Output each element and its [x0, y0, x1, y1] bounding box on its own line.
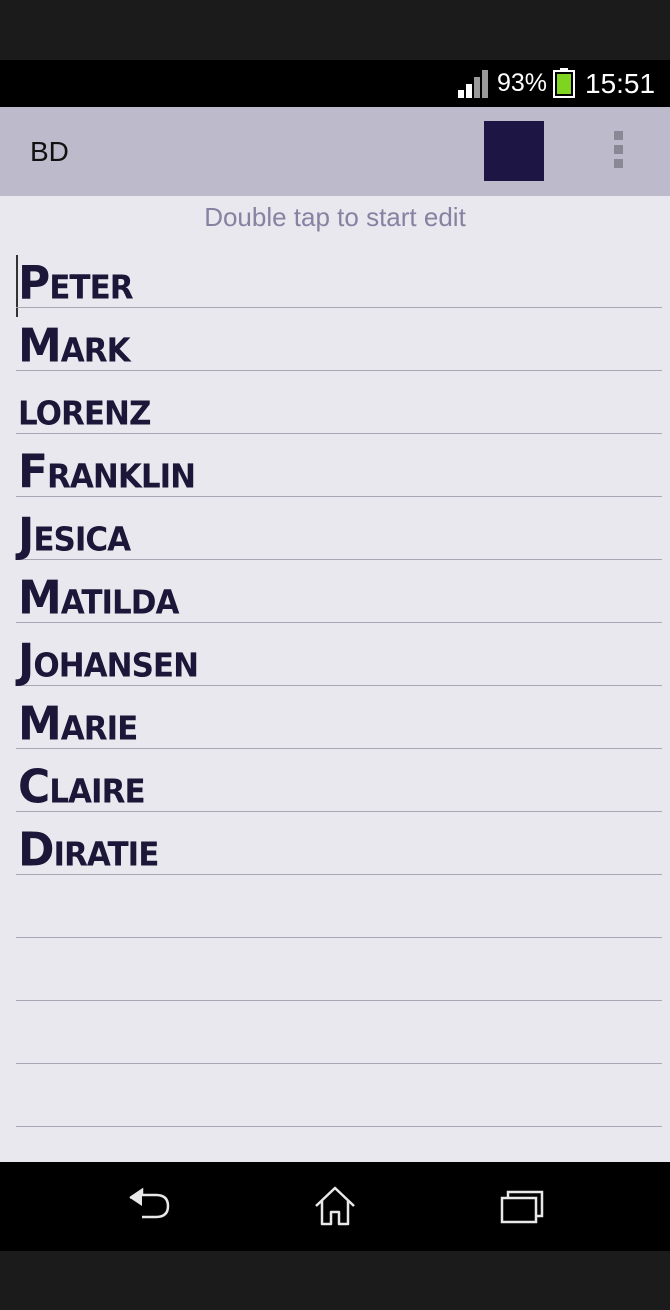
line-text: lorenz — [18, 382, 151, 437]
bottom-bezel — [0, 1251, 670, 1310]
line-text: Jesica — [18, 508, 131, 563]
note-editor[interactable]: Double tap to start edit Peter Mark lore… — [0, 196, 670, 1162]
text-line[interactable]: Franklin — [16, 434, 662, 497]
line-text: Matilda — [18, 571, 180, 626]
battery-icon — [553, 68, 575, 98]
text-line[interactable]: Mark — [16, 308, 662, 371]
text-line[interactable]: Matilda — [16, 560, 662, 623]
overflow-menu-icon[interactable] — [608, 131, 628, 173]
status-bar: 93% 15:51 — [0, 60, 670, 107]
battery-percent: 93% — [497, 69, 548, 97]
line-text: Franklin — [18, 445, 196, 500]
text-line[interactable]: Diratie — [16, 812, 662, 875]
text-line[interactable] — [16, 1001, 662, 1064]
edit-hint: Double tap to start edit — [204, 202, 466, 232]
text-line[interactable]: Peter — [16, 245, 662, 308]
clock: 15:51 — [585, 68, 656, 99]
line-text: Diratie — [18, 823, 159, 878]
text-line[interactable]: Johansen — [16, 623, 662, 686]
line-text: Johansen — [18, 634, 199, 689]
color-picker-button[interactable] — [484, 121, 544, 181]
text-line[interactable] — [16, 1064, 662, 1127]
text-line[interactable]: Claire — [16, 749, 662, 812]
text-line[interactable] — [16, 875, 662, 938]
app-bar: BD — [0, 107, 670, 196]
line-text: Claire — [18, 760, 146, 815]
text-line[interactable]: Jesica — [16, 497, 662, 560]
text-line[interactable]: Marie — [16, 686, 662, 749]
recent-apps-icon[interactable] — [498, 1184, 546, 1228]
signal-bars-icon — [458, 70, 488, 98]
top-bezel — [0, 0, 670, 60]
line-text: Mark — [18, 319, 131, 374]
text-line[interactable]: lorenz — [16, 371, 662, 434]
line-text: Peter — [18, 256, 134, 311]
back-icon[interactable] — [126, 1184, 174, 1228]
navigation-bar — [0, 1162, 670, 1251]
lined-text-area[interactable]: Peter Mark lorenz Franklin Jesica Matild… — [16, 245, 662, 1127]
home-icon[interactable] — [311, 1184, 359, 1228]
line-text: Marie — [18, 697, 138, 752]
app-title: BD — [30, 136, 69, 167]
text-line[interactable] — [16, 938, 662, 1001]
